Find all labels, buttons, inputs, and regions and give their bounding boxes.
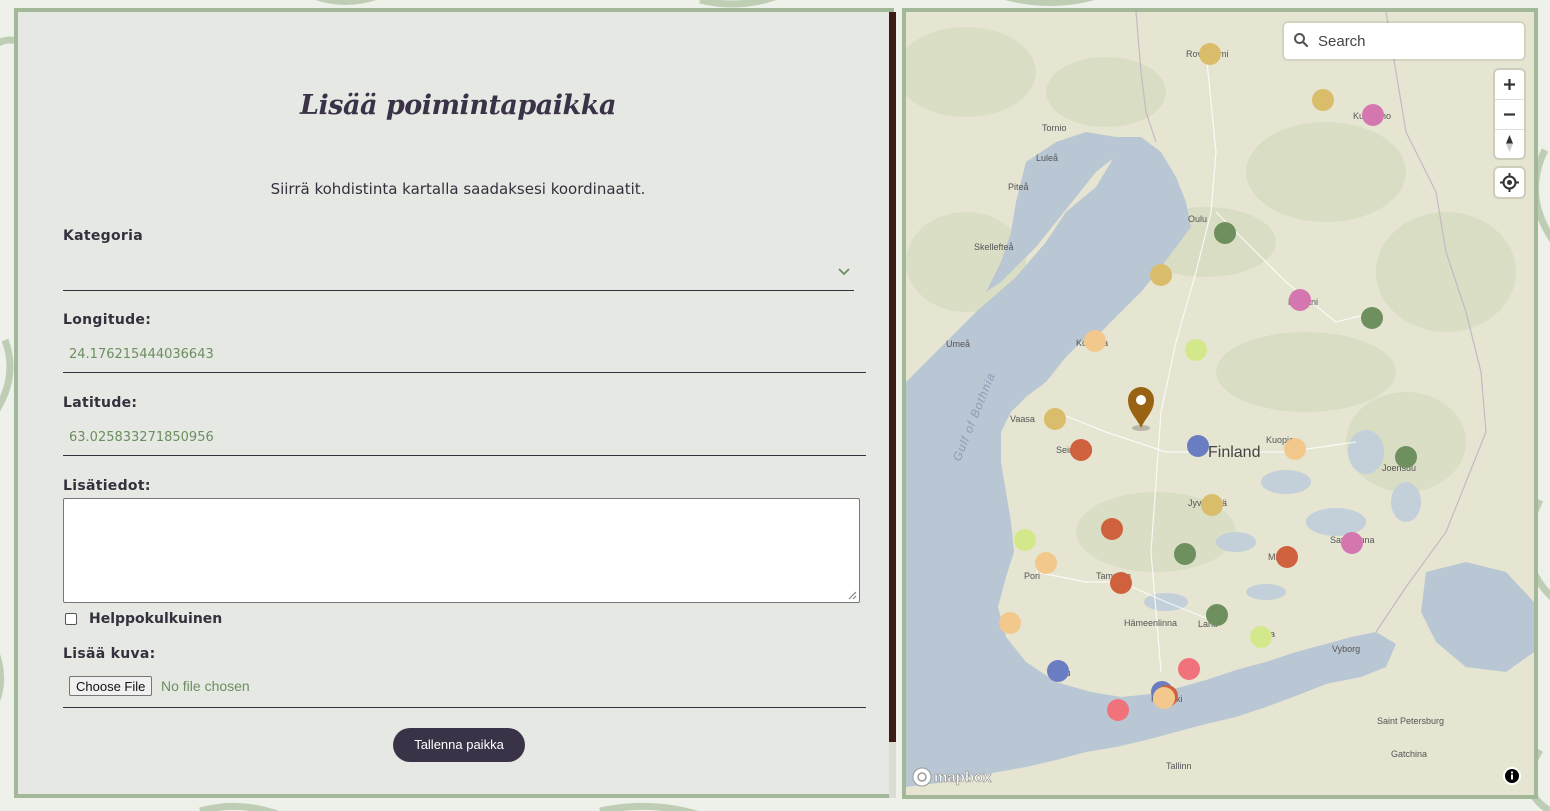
map-marker[interactable] <box>1214 222 1236 244</box>
map-marker[interactable] <box>1276 546 1298 568</box>
panel-divider-scroll-track <box>889 742 896 798</box>
map-marker[interactable] <box>1289 289 1311 311</box>
map-marker[interactable] <box>1206 604 1228 626</box>
map-marker[interactable] <box>1312 89 1334 111</box>
geolocate-button[interactable] <box>1495 168 1524 197</box>
info-icon[interactable] <box>1502 766 1522 786</box>
map-marker[interactable] <box>1199 43 1221 65</box>
label-oulu: Oulu <box>1188 214 1207 224</box>
choose-file-button[interactable]: Choose File <box>69 676 153 696</box>
map-canvas[interactable]: Rovaniemi Tornio Luleå Piteå Skellefteå … <box>906 12 1534 795</box>
latitude-input[interactable]: 63.025833271850956 <box>63 421 866 456</box>
minus-icon <box>1504 113 1515 116</box>
compass-icon <box>1506 135 1513 152</box>
image-label: Lisää kuva: <box>63 646 156 662</box>
zoom-out-button[interactable] <box>1495 100 1524 129</box>
label-gatchina: Gatchina <box>1391 749 1427 759</box>
details-label: Lisätiedot: <box>63 478 151 494</box>
category-label: Kategoria <box>63 228 143 244</box>
longitude-label: Longitude: <box>63 312 152 328</box>
map-marker[interactable] <box>1187 435 1209 457</box>
form-title: Lisää poimintapaikka <box>300 90 616 121</box>
search-icon <box>1294 33 1309 48</box>
category-select[interactable] <box>63 258 854 291</box>
latitude-label: Latitude: <box>63 395 138 411</box>
mapbox-logo-text: mapbox <box>934 769 992 786</box>
map-marker[interactable] <box>1153 687 1175 709</box>
label-tornio: Tornio <box>1042 123 1067 133</box>
chevron-down-icon <box>838 268 850 276</box>
map-marker[interactable] <box>1174 543 1196 565</box>
map-marker[interactable] <box>999 612 1021 634</box>
label-vaasa: Vaasa <box>1010 414 1035 424</box>
map-marker[interactable] <box>1101 518 1123 540</box>
plus-icon <box>1504 79 1515 90</box>
save-place-button[interactable]: Tallenna paikka <box>393 728 525 762</box>
details-textarea[interactable] <box>63 498 860 603</box>
label-pitea: Piteå <box>1008 182 1029 192</box>
search-input[interactable]: Search <box>1318 33 1366 50</box>
map-search[interactable]: Search <box>1284 23 1524 59</box>
map-marker[interactable] <box>1084 330 1106 352</box>
map-marker[interactable] <box>1362 104 1384 126</box>
map[interactable]: Rovaniemi Tornio Luleå Piteå Skellefteå … <box>902 8 1538 799</box>
panel-divider <box>889 12 896 742</box>
map-marker[interactable] <box>1395 446 1417 468</box>
map-marker[interactable] <box>1110 572 1132 594</box>
map-marker[interactable] <box>1044 408 1066 430</box>
map-marker[interactable] <box>1035 552 1057 574</box>
map-marker[interactable] <box>1201 494 1223 516</box>
image-file-input: Choose File No file chosen <box>63 674 866 708</box>
map-marker[interactable] <box>1047 660 1069 682</box>
map-marker[interactable] <box>1284 438 1306 460</box>
longitude-value: 24.176215444036643 <box>69 347 214 362</box>
accessible-checkbox[interactable] <box>65 613 77 625</box>
map-marker[interactable] <box>1250 626 1272 648</box>
mapbox-logo: mapbox <box>912 767 992 787</box>
label-skelleftea: Skellefteå <box>974 242 1014 252</box>
compass-button[interactable] <box>1495 129 1524 158</box>
label-hameenlinna: Hämeenlinna <box>1124 618 1177 628</box>
form-hint: Siirrä kohdistinta kartalla saadaksesi k… <box>270 180 646 198</box>
map-marker[interactable] <box>1361 307 1383 329</box>
crosshair-icon <box>1500 173 1519 192</box>
label-finland: Finland <box>1208 444 1260 461</box>
add-place-form: Lisää poimintapaikka Siirrä kohdistinta … <box>14 8 894 798</box>
resize-grip-icon <box>848 591 857 600</box>
label-vyborg: Vyborg <box>1332 644 1360 654</box>
label-lulea: Luleå <box>1036 153 1058 163</box>
map-marker[interactable] <box>1150 264 1172 286</box>
map-marker[interactable] <box>1185 339 1207 361</box>
map-marker[interactable] <box>1070 439 1092 461</box>
accessible-label: Helppokulkuinen <box>89 611 223 627</box>
map-marker[interactable] <box>1014 529 1036 551</box>
label-saint-petersburg: Saint Petersburg <box>1377 716 1444 726</box>
file-status: No file chosen <box>161 678 250 694</box>
label-pori: Pori <box>1024 571 1040 581</box>
longitude-input[interactable]: 24.176215444036643 <box>63 338 866 373</box>
map-marker[interactable] <box>1107 699 1129 721</box>
label-tallinn: Tallinn <box>1166 761 1192 771</box>
map-navigation-controls <box>1495 70 1524 158</box>
latitude-value: 63.025833271850956 <box>69 430 214 445</box>
map-marker[interactable] <box>1341 532 1363 554</box>
label-umea: Umeå <box>946 339 970 349</box>
zoom-in-button[interactable] <box>1495 70 1524 99</box>
map-marker[interactable] <box>1178 658 1200 680</box>
